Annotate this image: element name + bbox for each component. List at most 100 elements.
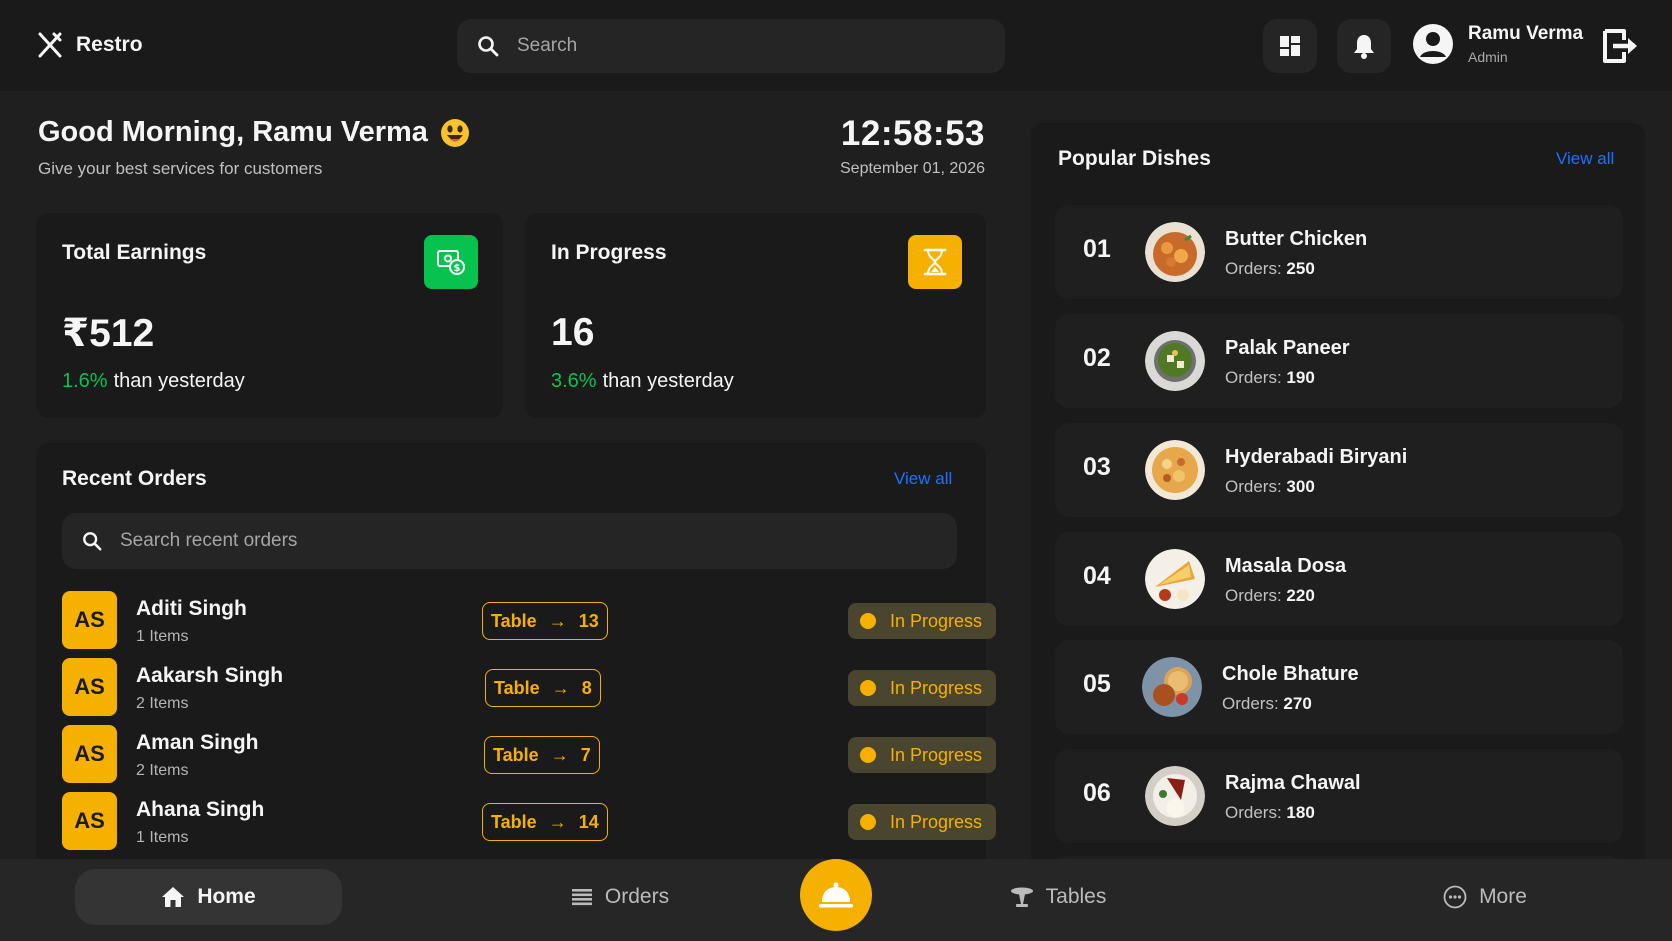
dish-orders: Orders: 250 [1225,259,1315,279]
dish-rank: 02 [1083,344,1111,372]
order-row[interactable]: AS Aman Singh 2 Items Table → 7 In Progr… [62,725,996,783]
svg-text:$: $ [454,263,461,274]
recent-orders-title: Recent Orders [62,467,207,490]
top-header: Restro Ramu Verma Admin [0,0,1672,91]
popular-dishes-panel: Popular Dishes View all 01 Butter Chicke… [1031,123,1645,859]
logout-button[interactable] [1602,28,1640,69]
recent-orders-view-all[interactable]: View all [894,469,952,489]
table-number: 7 [580,744,591,765]
search-icon [478,36,499,57]
customer-avatar: AS [62,591,117,649]
status-badge: In Progress [848,670,996,706]
dish-rank: 01 [1083,235,1111,263]
dish-orders-count: 270 [1283,694,1312,713]
table-label: Table [491,811,537,832]
order-item-count: 1 Items [136,628,189,645]
dish-card[interactable]: 04 Masala Dosa Orders: 220 [1055,532,1623,626]
dish-orders-label: Orders: [1222,694,1279,713]
stat-change: 1.6% than yesterday [62,370,245,393]
status-dot-icon [860,814,876,830]
customer-avatar: AS [62,658,117,716]
order-row[interactable]: AS Aditi Singh 1 Items Table → 13 In Pro… [62,591,996,649]
dish-orders-count: 190 [1286,368,1315,387]
table-number: 8 [581,677,592,698]
dish-name: Masala Dosa [1225,555,1347,577]
table-label: Table [494,677,540,698]
stat-title: Total Earnings [62,241,207,264]
popular-dishes-title: Popular Dishes [1058,147,1211,170]
stat-change-percent: 1.6% [62,370,108,392]
dish-image [1145,549,1205,609]
recent-orders-search-input[interactable] [120,530,560,552]
status-dot-icon [860,613,876,629]
nav-home-label: Home [197,885,256,908]
dish-card[interactable]: 03 Hyderabadi Biryani Orders: 300 [1055,423,1623,517]
dish-orders-label: Orders: [1225,586,1282,605]
table-label: Table [493,744,539,765]
nav-tables[interactable]: Tables [988,869,1128,925]
order-row[interactable]: AS Ahana Singh 1 Items Table → 14 In Pro… [62,792,996,850]
customer-name: Ahana Singh [136,798,265,821]
nav-orders-label: Orders [604,885,670,908]
user-role: Admin [1468,49,1508,65]
dish-image [1145,440,1205,500]
search-icon [83,532,102,551]
user-name: Ramu Verma [1468,23,1584,44]
global-search[interactable] [457,19,1005,73]
stat-change-text: than yesterday [602,370,734,392]
dish-orders-count: 180 [1286,803,1315,822]
money-icon: $ [424,235,478,289]
dish-card[interactable]: 01 Butter Chicken Orders: 250 [1055,205,1623,299]
nav-orders[interactable]: Orders [540,869,700,925]
dish-card[interactable]: 02 Palak Paneer Orders: 190 [1055,314,1623,408]
in-progress-card: In Progress 16 3.6% than yesterday [525,213,986,418]
table-badge: Table → 13 [482,602,608,640]
hourglass-icon [908,235,962,289]
status-badge: In Progress [848,737,996,773]
table-label: Table [491,610,537,631]
recent-orders-search[interactable] [62,513,957,569]
dashboard-button[interactable] [1263,19,1317,73]
user-profile[interactable]: Ramu Verma Admin [1412,23,1583,65]
table-number: 14 [578,811,599,832]
arrow-right-icon: → [550,744,569,765]
dish-orders-label: Orders: [1225,477,1282,496]
dish-card[interactable]: 05 Chole Bhature Orders: 270 [1055,640,1623,734]
more-icon [1443,885,1467,909]
logout-icon [1603,29,1637,63]
nav-home[interactable]: Home [75,869,342,925]
logo[interactable]: Restro [36,31,143,59]
customer-avatar: AS [62,725,117,783]
arrow-right-icon: → [548,811,567,832]
customer-name: Aakarsh Singh [136,664,284,687]
nav-more-label: More [1479,885,1527,908]
total-earnings-card: Total Earnings $ ₹512 1.6% than yesterday [36,213,503,418]
customer-avatar: AS [62,792,117,850]
order-row[interactable]: AS Aakarsh Singh 2 Items Table → 8 In Pr… [62,658,996,716]
dish-orders: Orders: 300 [1225,477,1315,497]
global-search-input[interactable] [517,35,957,57]
stat-change: 3.6% than yesterday [551,370,734,393]
clock-date: September 01, 2026 [840,160,985,177]
stat-value: 16 [551,311,595,354]
bell-icon [1354,35,1374,59]
dish-orders-label: Orders: [1225,368,1282,387]
cloche-icon [819,882,853,908]
dish-orders-count: 300 [1286,477,1315,496]
home-icon [162,887,185,907]
new-order-button[interactable] [800,859,872,931]
arrow-right-icon: → [548,610,567,631]
dish-rank: 04 [1083,562,1111,590]
status-dot-icon [860,680,876,696]
dish-card[interactable]: 06 Rajma Chawal Orders: 180 [1055,749,1623,843]
dish-image [1142,657,1202,717]
nav-more[interactable]: More [1420,869,1550,925]
nav-tables-label: Tables [1045,885,1107,908]
app-name: Restro [76,33,143,56]
notifications-button[interactable] [1337,19,1391,73]
dish-orders: Orders: 270 [1222,694,1312,714]
table-badge: Table → 7 [484,736,600,774]
popular-dishes-view-all[interactable]: View all [1556,149,1614,169]
dish-name: Chole Bhature [1222,663,1359,685]
dish-orders: Orders: 190 [1225,368,1315,388]
